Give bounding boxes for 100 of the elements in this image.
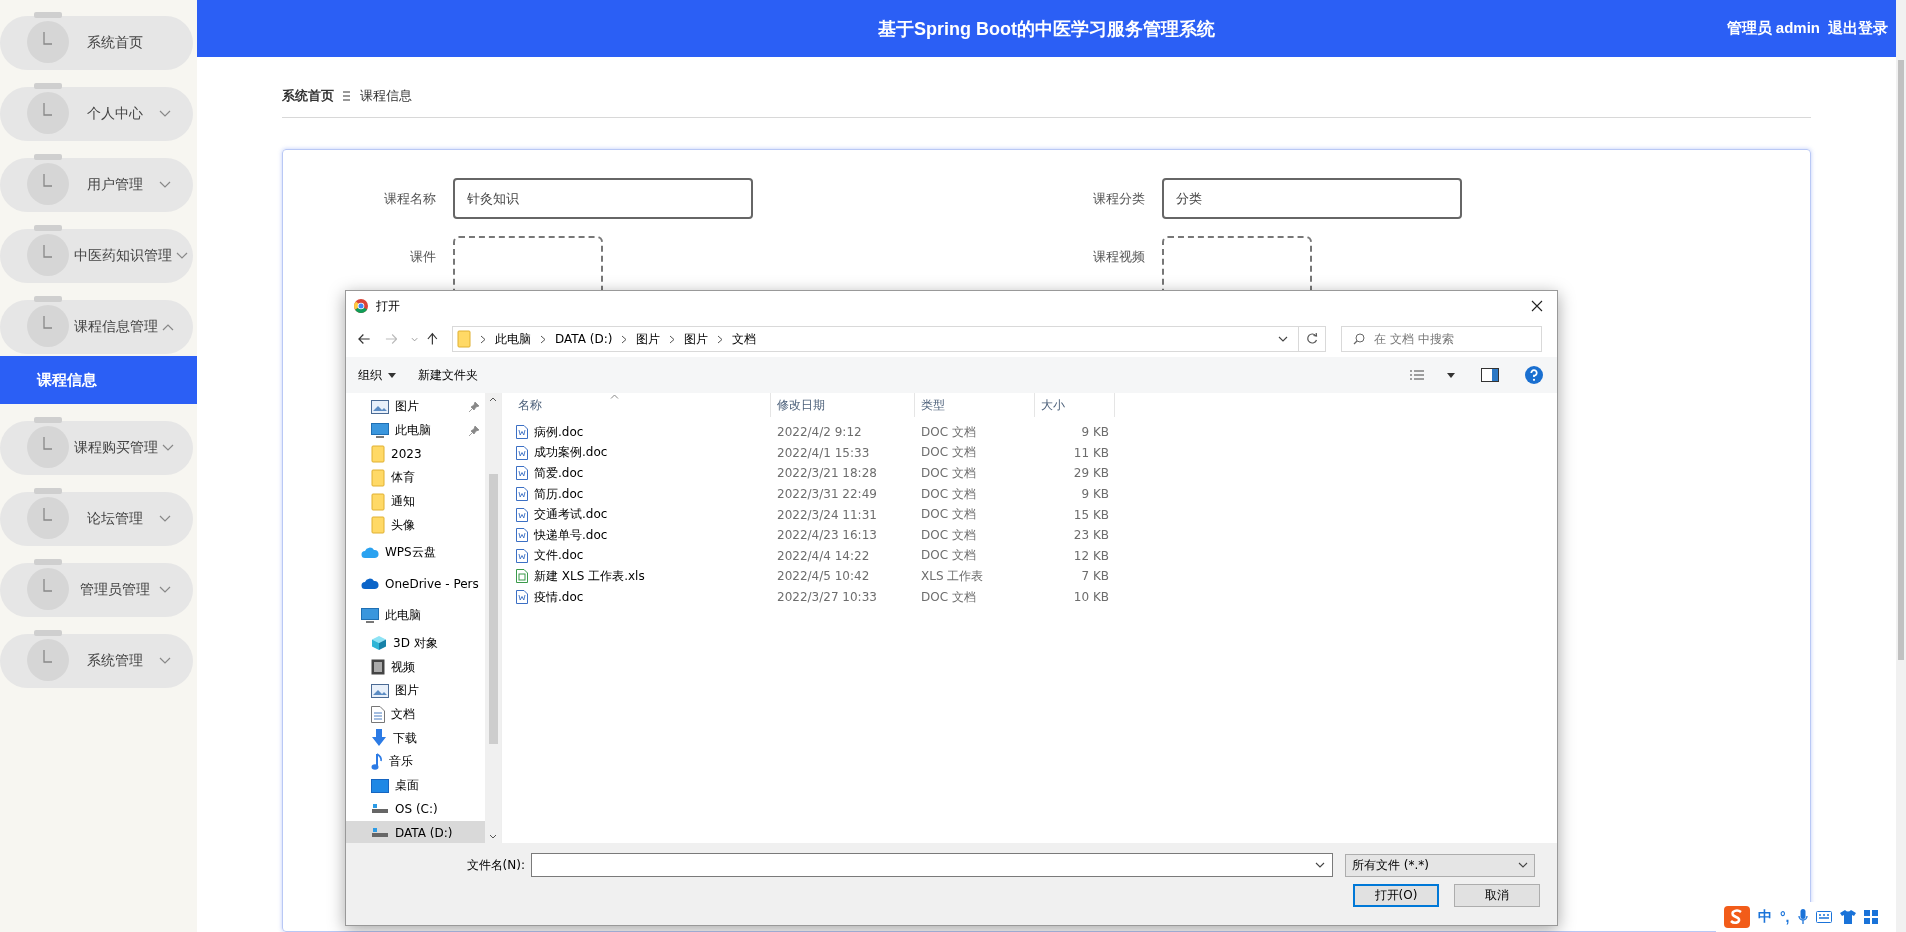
preview-pane-icon[interactable] [1481, 368, 1499, 382]
dropdown-caret-icon[interactable] [1315, 862, 1325, 868]
folder-icon [371, 468, 385, 487]
circle-logo-icon [354, 299, 368, 313]
column-header[interactable]: 大小 [1035, 393, 1115, 417]
file-row[interactable]: 成功案例.doc 2022/4/1 15:33 DOC 文档 11 KB [506, 442, 1557, 464]
address-bar[interactable]: 此电脑 DATA (D:) 图片 图片 文档 [452, 326, 1299, 352]
refresh-icon [1306, 333, 1318, 345]
word-file-icon [516, 590, 528, 605]
nav-item[interactable]: 图片 [346, 679, 485, 703]
music-note-icon [371, 752, 383, 771]
folder-icon [371, 516, 385, 535]
picture-icon [371, 683, 389, 698]
column-header[interactable]: 修改日期 [771, 393, 915, 417]
nav-item[interactable]: 桌面 [346, 773, 485, 798]
column-header[interactable]: 名称 [506, 393, 771, 417]
file-row[interactable]: 简爱.doc 2022/3/21 18:28 DOC 文档 29 KB [506, 463, 1557, 484]
path-segment[interactable]: 此电脑 [495, 330, 531, 348]
nav-item[interactable]: 图片 [346, 395, 485, 419]
file-row[interactable]: 新建 XLS 工作表.xls 2022/4/5 10:42 XLS 工作表 7 KB [506, 566, 1557, 587]
film-icon [371, 659, 385, 676]
field-label: 课程视频 [1092, 248, 1145, 266]
cancel-button[interactable]: 取消 [1454, 884, 1540, 907]
file-row[interactable]: 简历.doc 2022/3/31 22:49 DOC 文档 9 KB [506, 483, 1557, 505]
nav-item[interactable]: 头像 [346, 513, 485, 538]
chevron-icon [669, 334, 676, 344]
nav-item[interactable]: 2023 [346, 442, 485, 467]
logo-icon[interactable] [1724, 906, 1750, 928]
breadcrumb-link[interactable]: 系统首页 [282, 87, 334, 105]
folder-icon [371, 445, 385, 464]
down-arrow-icon [371, 729, 387, 748]
nav-item[interactable]: OneDrive - Pers [346, 568, 485, 601]
open-button[interactable]: 打开(O) [1353, 884, 1439, 907]
sidebar-submenu-item[interactable]: 课程信息 [0, 356, 197, 404]
logout-link[interactable]: 退出登录 [1828, 19, 1888, 38]
ime-mode-label[interactable]: 中 [1758, 908, 1772, 926]
nav-item[interactable]: 此电脑 [346, 418, 485, 443]
toolbar-button[interactable]: 组织 [358, 366, 396, 384]
shirt-icon[interactable] [1839, 910, 1856, 924]
nav-item[interactable]: 视频 [346, 655, 485, 679]
monitor-icon [371, 422, 389, 439]
chevron-icon [717, 334, 724, 344]
file-row[interactable]: 病例.doc 2022/4/2 9:12 DOC 文档 9 KB [506, 422, 1557, 443]
refresh-button[interactable] [1299, 326, 1326, 352]
file-row[interactable]: 疫情.doc 2022/3/27 10:33 DOC 文档 10 KB [506, 586, 1557, 608]
document-icon [371, 706, 385, 724]
file-type-dropdown[interactable]: 所有文件 (*.*) [1345, 853, 1535, 877]
text-field[interactable]: 分类 [1162, 178, 1462, 219]
file-row[interactable]: 文件.doc 2022/4/4 14:22 DOC 文档 12 KB [506, 545, 1557, 567]
word-file-icon [516, 548, 528, 563]
scrollbar[interactable] [1896, 0, 1906, 932]
dropdown-caret-icon[interactable] [1278, 336, 1288, 342]
filename-field[interactable] [531, 853, 1333, 877]
chevron-icon [480, 334, 486, 344]
search-field[interactable]: 在 文档 中搜索 [1341, 326, 1542, 352]
spreadsheet-file-icon [516, 569, 528, 584]
nav-item[interactable]: 通知 [346, 489, 485, 514]
scrollbar[interactable] [485, 393, 501, 843]
nav-item[interactable]: OS (C:) [346, 797, 485, 822]
separator-icon [343, 91, 351, 101]
chevron-icon [621, 334, 628, 344]
nav-item[interactable]: 音乐 [346, 750, 485, 774]
nav-item[interactable]: 3D 对象 [346, 631, 485, 656]
nav-item[interactable]: WPS云盘 [346, 537, 485, 569]
nav-item[interactable]: 下载 [346, 726, 485, 751]
close-icon[interactable] [1531, 300, 1543, 312]
path-segment[interactable]: 文档 [732, 330, 757, 348]
column-header[interactable]: 类型 [915, 393, 1035, 417]
back-arrow-icon[interactable] [358, 333, 371, 345]
text-field[interactable]: 针灸知识 [453, 178, 753, 219]
help-icon[interactable] [1525, 366, 1543, 384]
field-label: 课件 [409, 248, 436, 266]
scrollbar-thumb[interactable] [1898, 60, 1904, 660]
field-label: 课程名称 [383, 190, 436, 208]
caret-icon[interactable] [1447, 372, 1455, 378]
search-icon [1353, 333, 1365, 345]
ime-mode-label[interactable]: °, [1780, 909, 1790, 925]
grid-icon[interactable] [1863, 910, 1878, 924]
folder-icon [371, 492, 385, 511]
path-segment[interactable]: 图片 [684, 330, 709, 348]
path-segment[interactable]: 图片 [636, 330, 661, 348]
nav-item[interactable]: DATA (D:) [346, 821, 485, 843]
dropdown-caret-icon [1518, 862, 1528, 868]
nav-item[interactable]: 文档 [346, 702, 485, 727]
field-label: 文件名(N): [465, 856, 526, 874]
microphone-icon[interactable] [1797, 909, 1808, 925]
nav-item[interactable]: 体育 [346, 466, 485, 490]
nav-item[interactable]: 此电脑 [346, 600, 485, 632]
scrollbar-thumb[interactable] [488, 474, 498, 744]
cloud-icon [361, 578, 379, 591]
toolbar-button[interactable]: 新建文件夹 [418, 366, 478, 384]
view-list-icon[interactable] [1409, 369, 1425, 381]
up-arrow-icon[interactable] [427, 332, 438, 346]
drive-icon [371, 826, 389, 839]
file-row[interactable]: 交通考试.doc 2022/3/24 11:31 DOC 文档 15 KB [506, 504, 1557, 525]
keyboard-icon[interactable] [1815, 911, 1832, 923]
path-segment[interactable]: DATA (D:) [555, 332, 613, 346]
app-title: 基于Spring Boot的中医学习服务管理系统 [878, 17, 1215, 41]
file-row[interactable]: 快递单号.doc 2022/4/23 16:13 DOC 文档 23 KB [506, 524, 1557, 546]
user-label: 管理员 admin [1726, 19, 1820, 38]
